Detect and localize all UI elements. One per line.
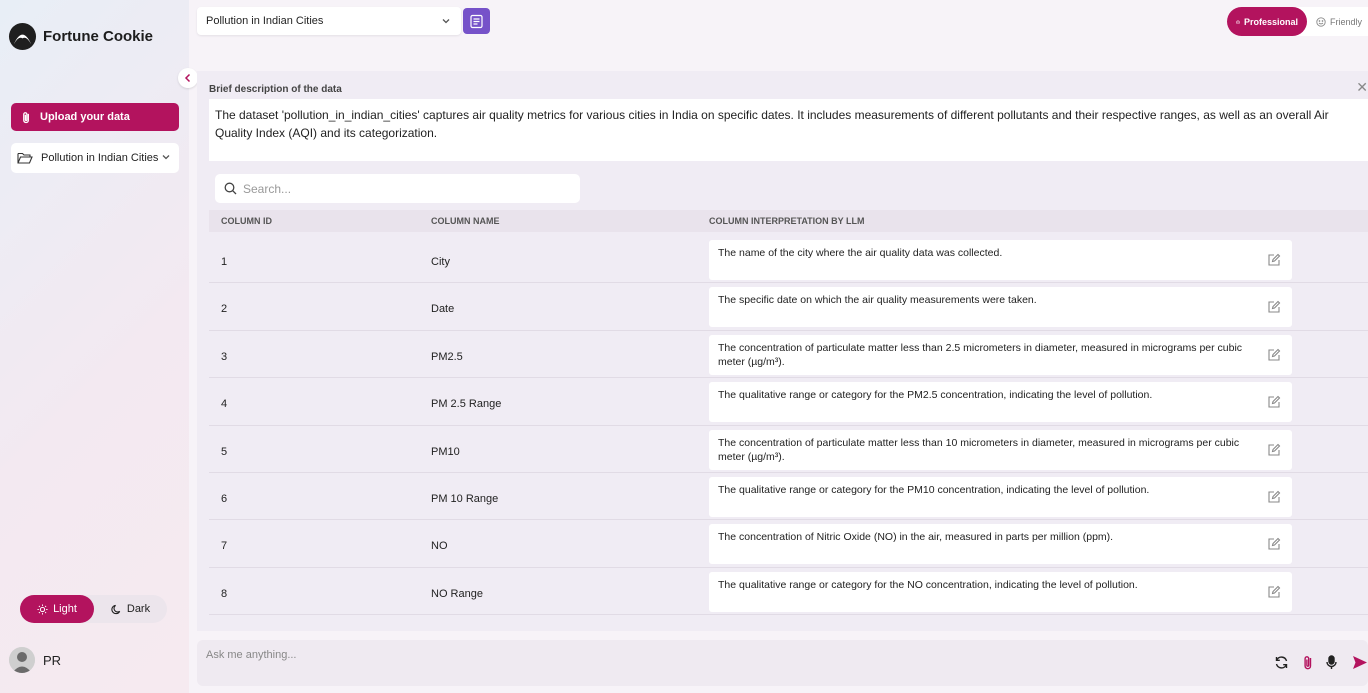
user-profile[interactable]: PR (9, 647, 61, 673)
moon-icon (111, 604, 121, 614)
header-column-name: COLUMN NAME (431, 216, 500, 226)
brand[interactable]: Fortune Cookie (8, 22, 153, 51)
mode-friendly-label: Friendly (1330, 16, 1363, 27)
table-row: 4 PM 2.5 Range The qualitative range or … (209, 378, 1368, 426)
column-interpretation: The concentration of Nitric Oxide (NO) i… (709, 524, 1292, 565)
column-id: 6 (221, 492, 228, 505)
theme-light-label: Light (53, 603, 77, 615)
fortune-cookie-logo-icon (8, 22, 37, 51)
edit-icon[interactable] (1267, 585, 1281, 599)
column-interpretation: The concentration of particulate matter … (709, 334, 1292, 375)
search-input[interactable] (243, 181, 543, 196)
data-overview-panel: Brief description of the data ✕ The data… (197, 71, 1368, 631)
send-icon[interactable] (1352, 655, 1368, 670)
chat-input-bar (197, 640, 1368, 686)
column-interpretation: The name of the city where the air quali… (709, 240, 1292, 280)
column-id: 1 (221, 256, 228, 268)
column-interpretation: The concentration of particulate matter … (709, 429, 1292, 470)
column-name: PM 10 Range (431, 492, 499, 505)
table-row: 3 PM2.5 The concentration of particulate… (209, 331, 1368, 379)
upload-data-button[interactable]: Upload your data (11, 103, 179, 131)
app-name: Fortune Cookie (43, 28, 154, 45)
column-interpretation: The qualitative range or category for th… (709, 571, 1292, 612)
top-dataset-dropdown[interactable]: Pollution in Indian Cities (197, 7, 461, 35)
header-column-interpretation: COLUMN INTERPRETATION BY LLM (709, 216, 865, 226)
sidebar: Fortune Cookie Upload your data Pollutio… (0, 0, 189, 693)
refresh-icon[interactable] (1274, 655, 1289, 670)
data-description-button[interactable] (463, 8, 490, 34)
tone-mode-toggle: Professional Friendly (1227, 7, 1368, 36)
table-row: 1 City The name of the city where the ai… (209, 236, 1368, 284)
description-text: The dataset 'pollution_in_indian_cities'… (209, 99, 1368, 161)
dataset-dropdown[interactable]: Pollution in Indian Cities (11, 143, 179, 173)
paperclip-icon[interactable] (1302, 655, 1314, 670)
column-search (215, 174, 580, 203)
table-row: 8 NO Range The qualitative range or cate… (209, 568, 1368, 616)
column-interpretation: The specific date on which the air quali… (709, 287, 1292, 328)
collapse-sidebar-button[interactable] (178, 68, 198, 88)
table-row: 5 PM10 The concentration of particulate … (209, 426, 1368, 473)
sun-icon (37, 603, 48, 615)
theme-dark-button[interactable]: Dark (94, 595, 167, 623)
edit-icon[interactable] (1267, 300, 1281, 314)
chevron-left-icon (184, 73, 191, 83)
column-name: PM10 (431, 445, 460, 458)
top-dataset-dropdown-value: Pollution in Indian Cities (206, 15, 324, 27)
chevron-down-icon (162, 155, 170, 160)
search-icon (224, 182, 237, 195)
microphone-icon[interactable] (1325, 655, 1338, 670)
table-row: 2 Date The specific date on which the ai… (209, 283, 1368, 331)
theme-dark-label: Dark (126, 603, 151, 615)
dataset-dropdown-label: Pollution in Indian Cities (41, 152, 159, 164)
folder-open-icon (17, 152, 33, 164)
column-id: 7 (221, 540, 228, 553)
paperclip-icon (23, 111, 29, 123)
edit-icon[interactable] (1267, 348, 1281, 362)
theme-toggle: Light Dark (20, 595, 167, 623)
chat-input[interactable] (206, 649, 1106, 661)
table-row: 6 PM 10 Range The qualitative range or c… (209, 473, 1368, 521)
column-id: 3 (221, 350, 228, 363)
column-name: NO (431, 540, 448, 553)
edit-icon[interactable] (1267, 395, 1281, 409)
column-name: PM2.5 (431, 350, 463, 363)
briefcase-icon (1236, 19, 1240, 24)
smile-icon (1316, 16, 1326, 27)
column-name: City (431, 256, 450, 268)
table-header: COLUMN ID COLUMN NAME COLUMN INTERPRETAT… (209, 210, 1368, 232)
avatar (9, 647, 35, 673)
description-title: Brief description of the data (209, 84, 342, 95)
user-avatar-icon (9, 647, 35, 673)
mode-professional-button[interactable]: Professional (1227, 7, 1307, 36)
column-interpretation: The qualitative range or category for th… (709, 476, 1292, 517)
upload-data-label: Upload your data (40, 111, 130, 123)
theme-light-button[interactable]: Light (20, 595, 94, 623)
mode-friendly-button[interactable]: Friendly (1307, 7, 1368, 36)
user-initials: PR (43, 652, 62, 668)
column-name: PM 2.5 Range (431, 398, 502, 411)
column-interpretation: The qualitative range or category for th… (709, 382, 1292, 423)
column-id: 4 (221, 398, 228, 411)
columns-table: 1 City The name of the city where the ai… (209, 236, 1368, 616)
column-id: 5 (221, 445, 228, 458)
column-id: 8 (221, 587, 228, 600)
column-id: 2 (221, 303, 228, 316)
table-row: 7 NO The concentration of Nitric Oxide (… (209, 520, 1368, 568)
close-icon[interactable]: ✕ (1356, 79, 1368, 96)
edit-icon[interactable] (1267, 490, 1281, 504)
header-column-id: COLUMN ID (221, 216, 272, 226)
column-name: NO Range (431, 587, 483, 600)
chevron-down-icon (442, 19, 450, 24)
document-list-icon (470, 14, 483, 28)
column-name: Date (431, 303, 455, 316)
mode-professional-label: Professional (1243, 16, 1298, 27)
edit-icon[interactable] (1267, 537, 1281, 551)
edit-icon[interactable] (1267, 253, 1281, 267)
edit-icon[interactable] (1267, 443, 1281, 457)
